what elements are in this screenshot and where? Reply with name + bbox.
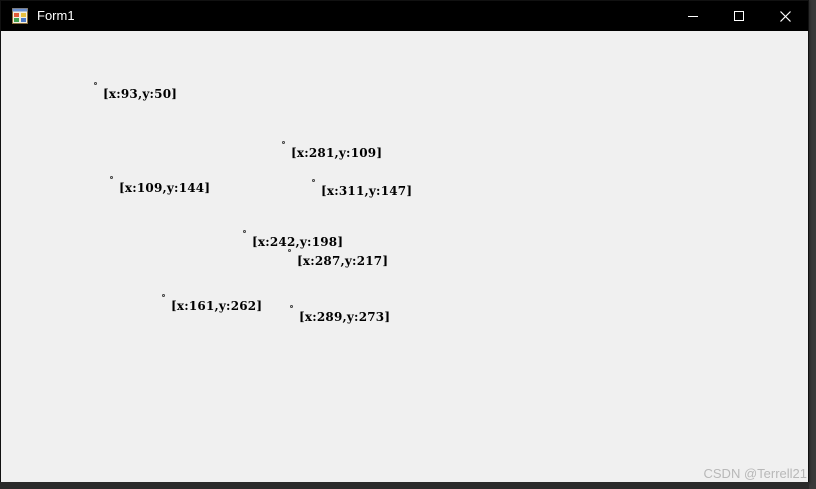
minimize-button[interactable] [670,1,716,31]
coordinate-label: [x:287,y:217] [297,254,389,268]
background-window-edge [808,0,816,489]
coordinate-label: [x:242,y:198] [252,235,344,249]
maximize-button[interactable] [716,1,762,31]
point-marker [110,176,113,179]
close-button[interactable] [762,1,808,31]
form-client-area[interactable]: [x:93,y:50] [x:281,y:109] [x:109,y:144] [x:… [8,31,808,483]
coordinate-label: [x:281,y:109] [291,146,383,160]
point-marker [282,141,285,144]
form-window: Form1 [x:93,y:50] [x:281,y:109] [x:109,y… [0,0,809,484]
coordinate-label: [x:109,y:144] [119,181,211,195]
maximize-icon [734,11,744,21]
point-marker [312,179,315,182]
coordinate-label: [x:161,y:262] [171,299,263,313]
point-marker [290,305,293,308]
point-marker [288,249,291,252]
point-marker [243,230,246,233]
form-app-icon[interactable] [12,8,28,24]
point-marker [162,294,165,297]
watermark: CSDN @Terrell21 [703,466,808,481]
close-icon [779,10,791,22]
coordinate-label: [x:289,y:273] [299,310,391,324]
point-marker [94,82,97,85]
title-bar[interactable]: Form1 [1,1,808,31]
window-bottom-edge [0,482,809,489]
window-title: Form1 [37,8,75,23]
minimize-icon [688,11,698,21]
coordinate-label: [x:93,y:50] [103,87,178,101]
coordinate-label: [x:311,y:147] [321,184,413,198]
